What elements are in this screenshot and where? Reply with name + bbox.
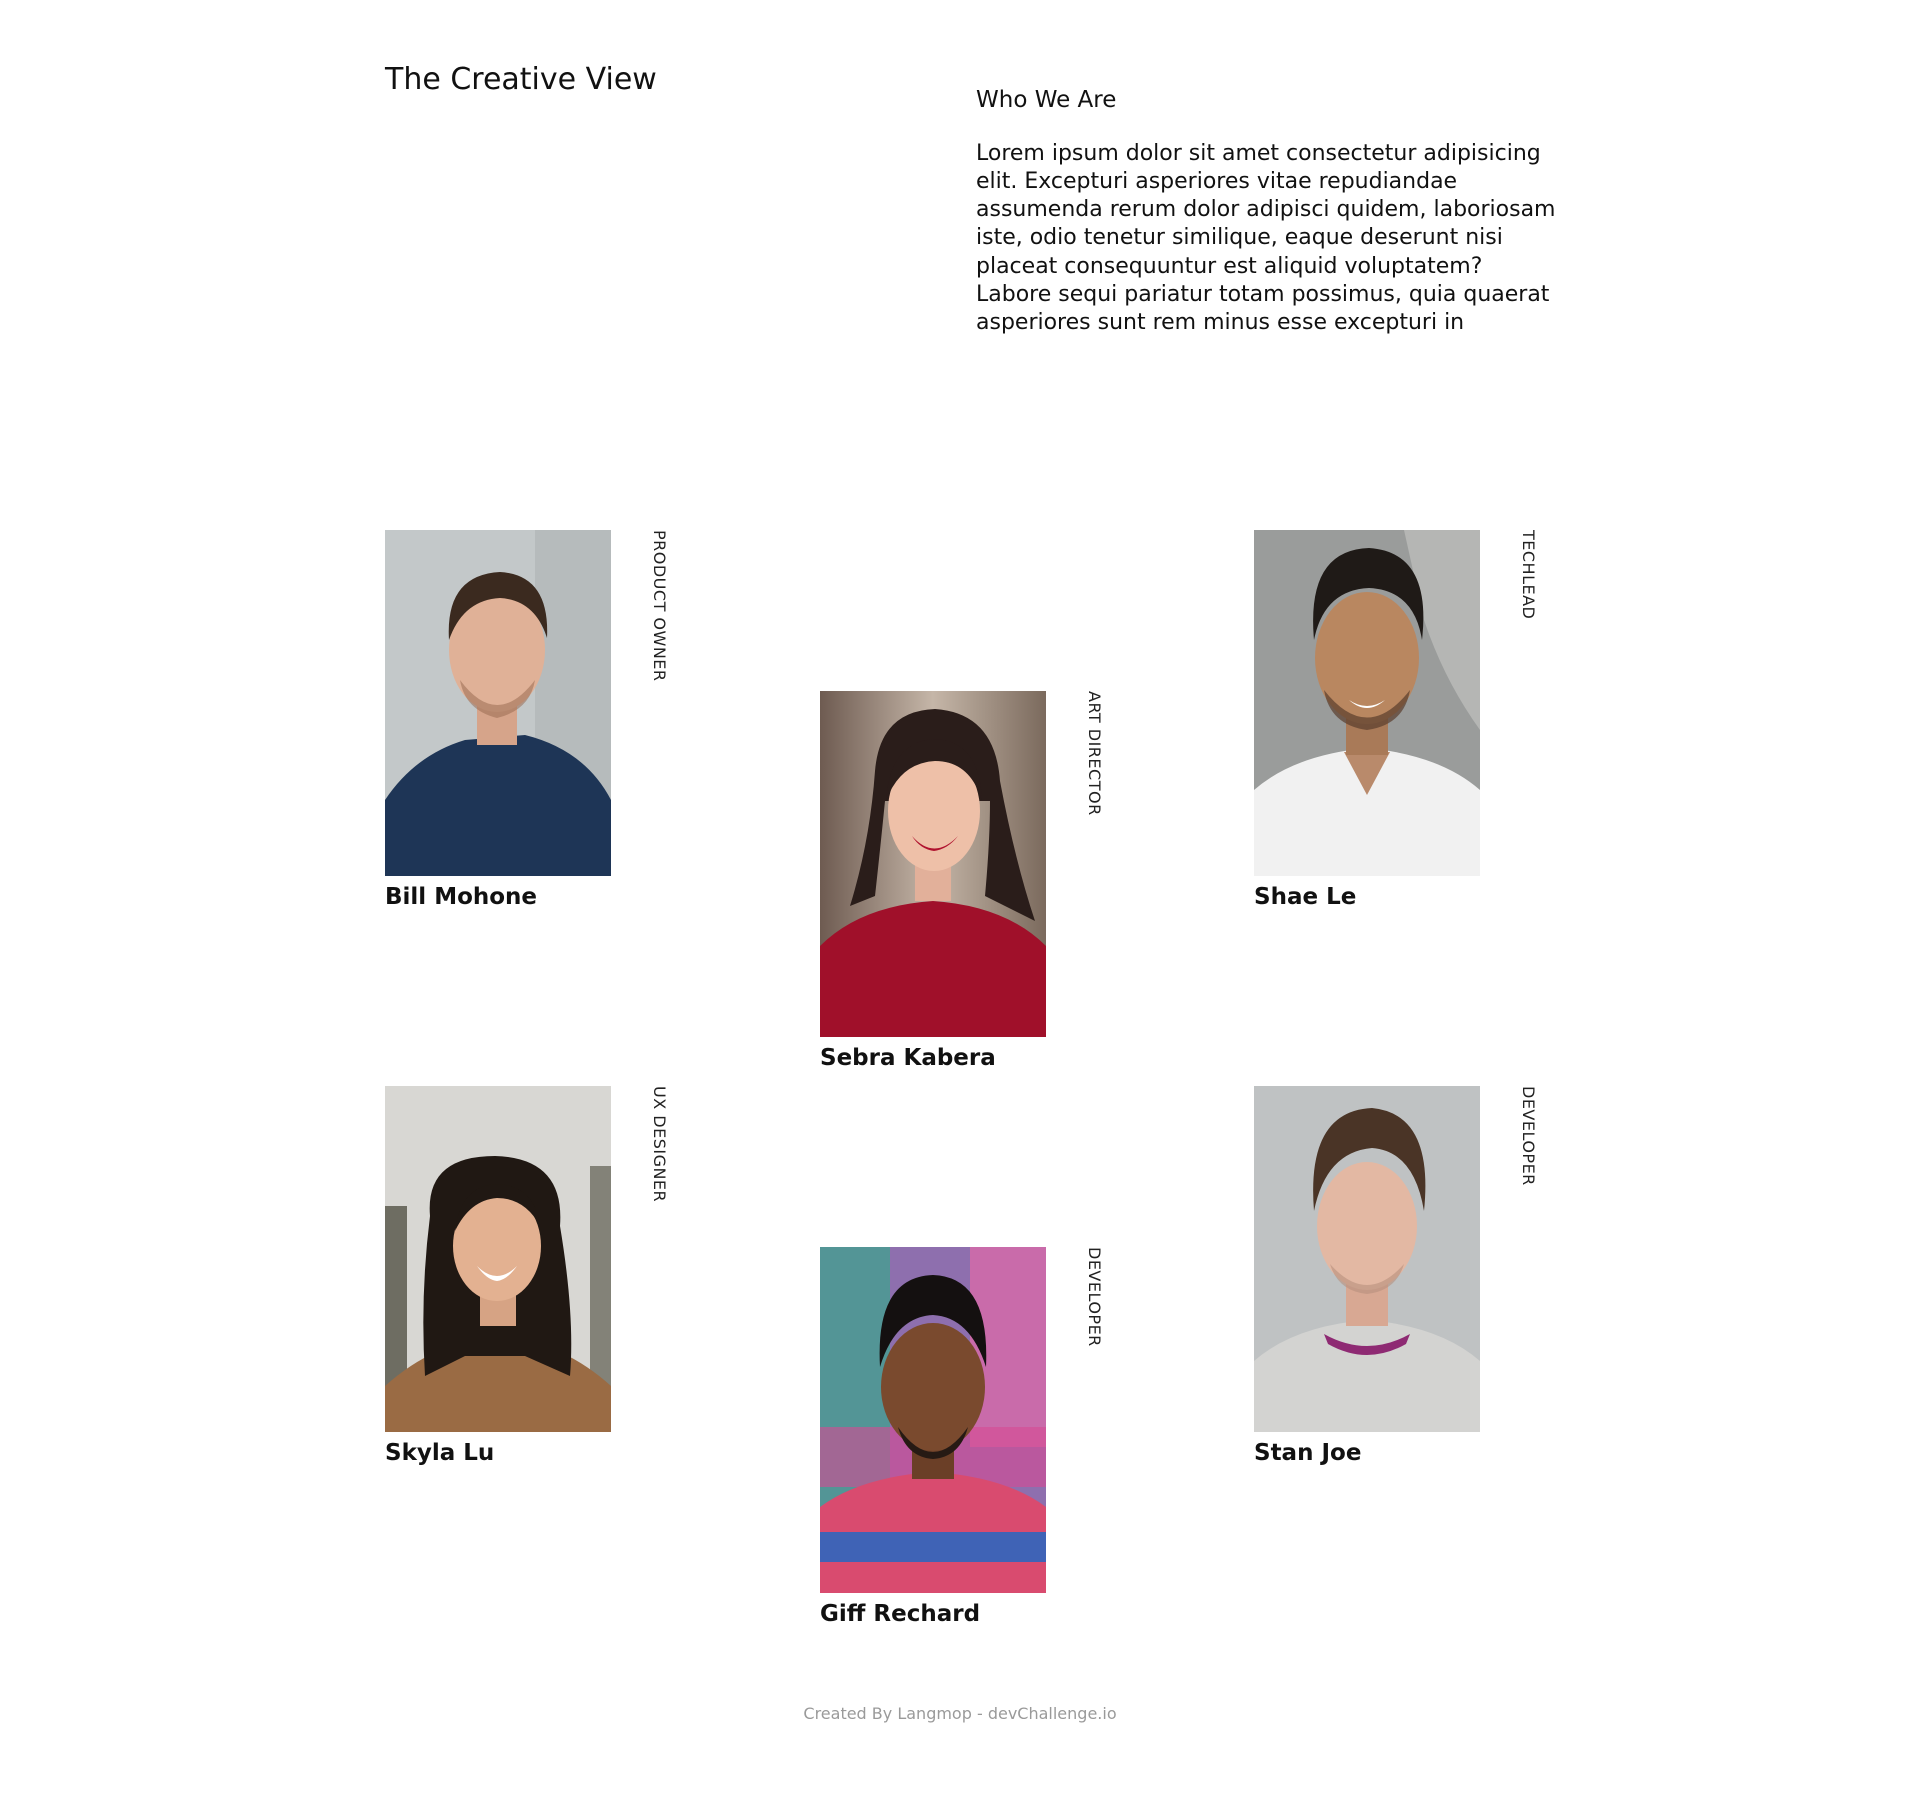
member-name: Skyla Lu [385,1440,495,1466]
member-role: DEVELOPER [1085,1247,1104,1347]
member-role: ART DIRECTOR [1085,691,1104,816]
member-name: Stan Joe [1254,1440,1362,1466]
team-member-card: ART DIRECTOR Sebra Kabera [820,691,1104,1071]
member-name: Giff Rechard [820,1601,981,1627]
member-name: Bill Mohone [385,884,538,910]
team-member-card: TECHLEAD Shae Le [1254,530,1538,910]
team-member-card: DEVELOPER Stan Joe [1254,1086,1538,1466]
portrait-photo [1254,1086,1480,1432]
team-member-card: DEVELOPER Giff Rechard [820,1247,1104,1627]
footer-credit: Created By Langmop - devChallenge.io [803,1704,1117,1723]
member-name: Sebra Kabera [820,1045,996,1071]
member-role: UX DESIGNER [650,1086,669,1203]
portrait-photo [385,1086,611,1432]
who-we-are-text: Lorem ipsum dolor sit amet consectetur a… [976,140,1556,335]
portrait-photo [820,691,1046,1037]
portrait-photo [1254,530,1480,876]
who-we-are-heading: Who We Are [976,87,1117,113]
team-member-card: PRODUCT OWNER Bill Mohone [385,530,669,910]
member-role: TECHLEAD [1519,530,1538,620]
team-member-card: UX DESIGNER Skyla Lu [385,1086,669,1466]
site-title: The Creative View [385,62,657,97]
portrait-photo [820,1247,1046,1593]
member-role: PRODUCT OWNER [650,530,669,682]
who-we-are-section: Who We Are Lorem ipsum dolor sit amet co… [976,86,1558,337]
portrait-photo [385,530,611,876]
member-name: Shae Le [1254,884,1357,910]
member-role: DEVELOPER [1519,1086,1538,1186]
